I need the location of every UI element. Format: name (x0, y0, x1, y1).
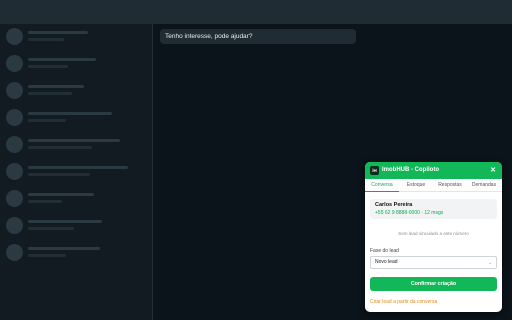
placeholder-line (28, 220, 102, 223)
panel-tabs: Conversa Estoque Respostas Demandas (365, 179, 502, 192)
imobhub-logo-icon: iH (370, 166, 379, 175)
contact-phone: +55 62 9 8888-0000 · 12 msgs (375, 210, 444, 216)
placeholder-line (28, 58, 96, 61)
placeholder-line (28, 193, 94, 196)
confirm-create-button[interactable]: Confirmar criação (370, 277, 497, 291)
chat-list-item-placeholder[interactable] (0, 132, 153, 159)
lead-stage-label: Fase do lead (370, 248, 399, 254)
avatar (6, 55, 23, 72)
placeholder-line (28, 112, 112, 115)
contact-card: Carlos Pereira +55 62 9 8888-0000 · 12 m… (370, 199, 497, 219)
incoming-message: Tenho interesse, pode ajudar? (160, 29, 356, 44)
tab-estoque[interactable]: Estoque (399, 179, 433, 192)
close-icon[interactable]: ✕ (490, 162, 496, 179)
avatar (6, 82, 23, 99)
chevron-down-icon: ⌄ (488, 260, 492, 265)
chat-list-item-placeholder[interactable] (0, 24, 153, 51)
placeholder-line (28, 38, 64, 41)
panel-title: ImobHUB - Copiloto (382, 167, 439, 173)
no-lead-message: Sem lead vinculado a este número (398, 231, 469, 236)
placeholder-line (28, 65, 68, 68)
placeholder-line (28, 247, 100, 250)
create-lead-link[interactable]: Criar lead a partir da conversa (370, 299, 437, 305)
contact-name: Carlos Pereira (375, 202, 413, 208)
chat-list-item-placeholder[interactable] (0, 78, 153, 105)
lead-stage-select[interactable]: Novo lead ⌄ (370, 256, 497, 269)
chat-list-item-placeholder[interactable] (0, 186, 153, 213)
top-bar (0, 0, 512, 24)
placeholder-line (28, 85, 84, 88)
avatar (6, 109, 23, 126)
placeholder-line (28, 200, 62, 203)
avatar (6, 163, 23, 180)
chat-list-item-placeholder[interactable] (0, 51, 153, 78)
chat-list-item-placeholder[interactable] (0, 105, 153, 132)
panel-header: iH ImobHUB - Copiloto ✕ (365, 162, 502, 179)
chat-list-item-placeholder[interactable] (0, 213, 153, 240)
avatar (6, 28, 23, 45)
chat-list-item-placeholder[interactable] (0, 159, 153, 186)
avatar (6, 244, 23, 261)
chat-list-item-placeholder[interactable] (0, 240, 153, 267)
placeholder-line (28, 254, 66, 257)
avatar (6, 190, 23, 207)
placeholder-line (28, 146, 92, 149)
avatar (6, 136, 23, 153)
placeholder-line (28, 166, 128, 169)
tab-conversa[interactable]: Conversa (365, 179, 399, 192)
placeholder-line (28, 227, 74, 230)
placeholder-line (28, 173, 90, 176)
tab-respostas[interactable]: Respostas (433, 179, 467, 192)
copilot-panel: iH ImobHUB - Copiloto ✕ Conversa Estoque… (365, 162, 502, 312)
placeholder-line (28, 92, 72, 95)
chat-list (0, 24, 153, 320)
placeholder-line (28, 139, 120, 142)
placeholder-line (28, 31, 88, 34)
lead-stage-value: Novo lead (375, 259, 398, 265)
placeholder-line (28, 119, 66, 122)
tab-demandas[interactable]: Demandas (467, 179, 501, 192)
avatar (6, 217, 23, 234)
